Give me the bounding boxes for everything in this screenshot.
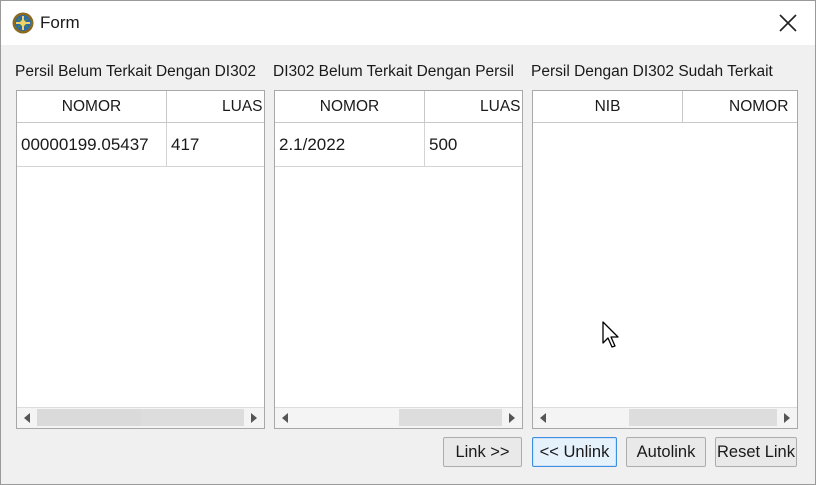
title-bar: Form <box>1 1 815 45</box>
chevron-right-icon <box>509 413 515 423</box>
scroll-left-button[interactable] <box>17 408 37 428</box>
mouse-pointer-icon <box>602 321 619 348</box>
scroll-track-left[interactable] <box>37 409 141 426</box>
close-icon <box>779 14 797 32</box>
government-seal-icon <box>12 12 34 34</box>
table-di302-belum-terkait[interactable]: NOMOR LUAS 2.1/2022 500 <box>274 90 523 429</box>
autolink-button[interactable]: Autolink <box>626 437 706 467</box>
form-content: Persil Belum Terkait Dengan DI302 NOMOR … <box>1 45 815 484</box>
chevron-left-icon <box>540 413 546 423</box>
column-header-luas[interactable]: LUAS <box>425 91 522 122</box>
panel-label-persil-belum-terkait: Persil Belum Terkait Dengan DI302 <box>15 63 256 80</box>
scroll-right-button[interactable] <box>244 408 264 428</box>
column-header-nib[interactable]: NIB <box>533 91 683 122</box>
chevron-left-icon <box>282 413 288 423</box>
column-header-nomor[interactable]: NOMOR <box>683 91 797 122</box>
scroll-thumb[interactable] <box>141 409 244 426</box>
horizontal-scrollbar[interactable] <box>275 407 522 428</box>
form-window: Form Persil Belum Terkait Dengan DI302 N… <box>0 0 816 485</box>
chevron-right-icon <box>251 413 257 423</box>
horizontal-scrollbar[interactable] <box>533 407 797 428</box>
chevron-right-icon <box>784 413 790 423</box>
scroll-right-button[interactable] <box>502 408 522 428</box>
cell-luas[interactable]: 500 <box>425 123 522 166</box>
cell-nomor[interactable]: 00000199.05437 <box>17 123 167 166</box>
window-title: Form <box>40 13 80 32</box>
chevron-left-icon <box>24 413 30 423</box>
scroll-right-button[interactable] <box>777 408 797 428</box>
table-header: NIB NOMOR <box>533 91 797 123</box>
unlink-button[interactable]: << Unlink <box>532 437 617 467</box>
scroll-thumb[interactable] <box>399 409 502 426</box>
scroll-left-button[interactable] <box>533 408 553 428</box>
panel-label-persil-sudah-terkait: Persil Dengan DI302 Sudah Terkait <box>531 63 773 80</box>
close-button[interactable] <box>761 1 815 45</box>
link-button[interactable]: Link >> <box>443 437 522 467</box>
table-header: NOMOR LUAS <box>275 91 522 123</box>
reset-link-button[interactable]: Reset Link <box>715 437 797 467</box>
column-header-nomor[interactable]: NOMOR <box>275 91 425 122</box>
column-header-luas[interactable]: LUAS <box>167 91 264 122</box>
table-persil-sudah-terkait[interactable]: NIB NOMOR <box>532 90 798 429</box>
table-header: NOMOR LUAS <box>17 91 264 123</box>
column-header-nomor[interactable]: NOMOR <box>17 91 167 122</box>
table-row[interactable]: 00000199.05437 417 <box>17 123 264 167</box>
panel-label-di302-belum-terkait: DI302 Belum Terkait Dengan Persil <box>273 63 514 80</box>
horizontal-scrollbar[interactable] <box>17 407 264 428</box>
table-persil-belum-terkait[interactable]: NOMOR LUAS 00000199.05437 417 <box>16 90 265 429</box>
table-row[interactable]: 2.1/2022 500 <box>275 123 522 167</box>
cell-luas[interactable]: 417 <box>167 123 264 166</box>
cell-nomor[interactable]: 2.1/2022 <box>275 123 425 166</box>
scroll-thumb[interactable] <box>629 409 777 426</box>
scroll-left-button[interactable] <box>275 408 295 428</box>
